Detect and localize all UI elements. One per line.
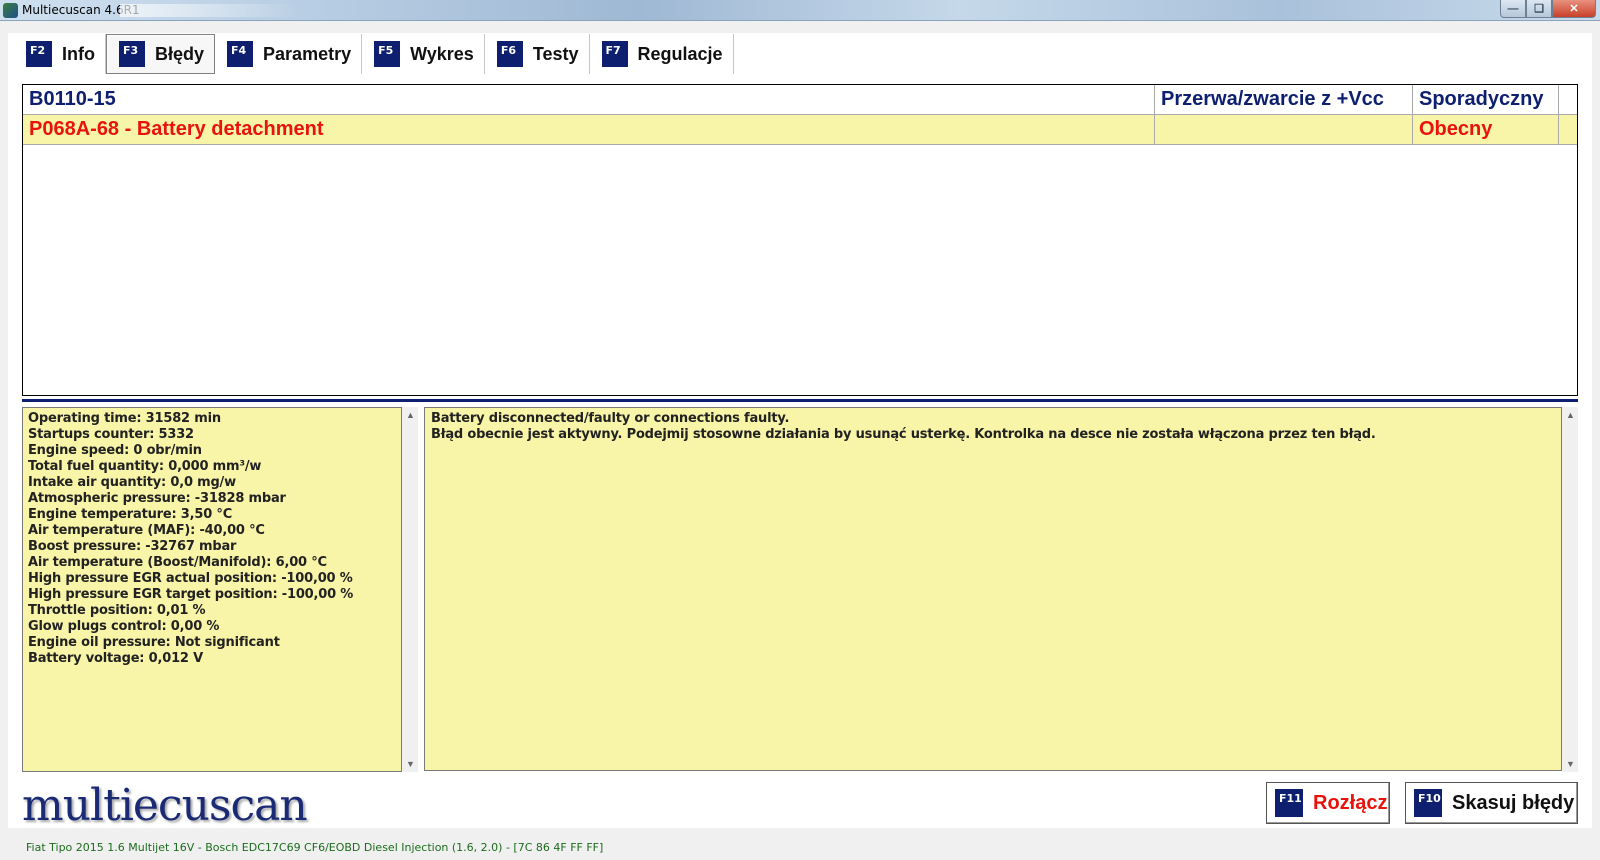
disconnect-button[interactable]: F11 Rozłącz — [1266, 782, 1390, 824]
dtc-end-cell — [1559, 115, 1577, 144]
tab-parametry[interactable]: F4 Parametry — [215, 34, 363, 74]
freeze-frame-line: Glow plugs control: 0,00 % — [28, 619, 220, 634]
f10-key-icon: F10 — [1414, 789, 1442, 817]
freeze-frame-line: Engine speed: 0 obr/min — [28, 443, 202, 458]
freeze-frame-line: Operating time: 31582 min — [28, 411, 221, 426]
tab-label: Błędy — [155, 43, 205, 64]
scroll-down-icon[interactable]: ▼ — [406, 759, 415, 769]
panel-divider — [22, 399, 1578, 402]
window-controls: — ❏ ✕ — [1500, 0, 1596, 18]
freeze-frame-line: Air temperature (Boost/Manifold): 6,00 °… — [28, 555, 327, 570]
clear-errors-label: Skasuj błędy — [1452, 791, 1575, 814]
dtc-list[interactable]: B0110-15 Przerwa/zwarcie z +Vcc Sporadyc… — [22, 84, 1578, 396]
tab-label: Testy — [532, 43, 579, 64]
freeze-frame-line: High pressure EGR target position: -100,… — [28, 587, 354, 602]
scroll-up-icon[interactable]: ▲ — [406, 410, 415, 420]
freeze-frame-line: Atmospheric pressure: -31828 mbar — [28, 491, 286, 506]
tab-testy[interactable]: F6 Testy — [485, 34, 590, 74]
minimize-icon[interactable]: — — [1500, 0, 1526, 18]
app-icon — [3, 3, 18, 18]
error-description-panel[interactable]: Battery disconnected/faulty or connectio… — [424, 407, 1562, 771]
tab-info[interactable]: F2 Info — [14, 34, 106, 74]
dtc-code: P068A-68 - Battery detachment — [23, 115, 1155, 144]
disconnect-label: Rozłącz — [1313, 791, 1388, 814]
freeze-frame-line: Air temperature (MAF): -40,00 °C — [28, 523, 265, 538]
tab-wykres[interactable]: F5 Wykres — [362, 34, 485, 74]
freeze-frame-line: Battery voltage: 0,012 V — [28, 651, 203, 666]
freeze-frame-line: High pressure EGR actual position: -100,… — [28, 571, 353, 586]
tab-regulacje[interactable]: F7 Regulacje — [590, 34, 734, 74]
dtc-status: Obecny — [1413, 115, 1559, 144]
scroll-down-icon[interactable]: ▼ — [1566, 759, 1575, 769]
multiecuscan-logo: multiecuscan — [22, 780, 308, 831]
f2-key-icon: F2 — [26, 41, 52, 67]
description-line: Błąd obecnie jest aktywny. Podejmij stos… — [431, 427, 1376, 442]
description-scrollbar[interactable]: ▲ ▼ — [1562, 407, 1578, 772]
maximize-icon[interactable]: ❏ — [1526, 0, 1552, 18]
dtc-status: Sporadyczny — [1413, 85, 1559, 114]
freeze-frame-line: Total fuel quantity: 0,000 mm³/w — [28, 459, 262, 474]
f5-key-icon: F5 — [374, 41, 401, 67]
clear-errors-button[interactable]: F10 Skasuj błędy — [1405, 782, 1578, 824]
table-row[interactable]: P068A-68 - Battery detachment Obecny — [23, 115, 1577, 145]
table-row[interactable]: B0110-15 Przerwa/zwarcie z +Vcc Sporadyc… — [23, 85, 1577, 115]
title-highlight — [120, 4, 300, 17]
dtc-description: Przerwa/zwarcie z +Vcc — [1155, 85, 1413, 114]
tab-bledy[interactable]: F3 Błędy — [106, 34, 216, 74]
tab-label: Wykres — [410, 43, 474, 64]
dtc-end-cell — [1559, 85, 1577, 114]
dtc-description — [1155, 115, 1413, 144]
status-bar: Fiat Tipo 2015 1.6 Multijet 16V - Bosch … — [0, 838, 1600, 860]
freeze-frame-line: Engine temperature: 3,50 °C — [28, 507, 233, 522]
function-tabs: F2 Info F3 Błędy F4 Parametry F5 Wykres … — [14, 34, 734, 74]
scroll-up-icon[interactable]: ▲ — [1566, 410, 1575, 420]
freeze-frame-line: Boost pressure: -32767 mbar — [28, 539, 237, 554]
freeze-frame-line: Startups counter: 5332 — [28, 427, 194, 442]
tab-label: Parametry — [263, 43, 352, 64]
freeze-frame-line: Engine oil pressure: Not significant — [28, 635, 280, 650]
freeze-frame-line: Throttle position: 0,01 % — [28, 603, 206, 618]
freeze-frame-scrollbar[interactable]: ▲ ▼ — [402, 407, 418, 772]
f6-key-icon: F6 — [496, 41, 523, 67]
f7-key-icon: F7 — [601, 41, 628, 67]
close-icon[interactable]: ✕ — [1552, 0, 1596, 18]
dtc-code: B0110-15 — [23, 85, 1155, 114]
freeze-frame-panel[interactable]: Operating time: 31582 min Startups count… — [22, 407, 402, 772]
tab-label: Info — [62, 43, 95, 64]
f11-key-icon: F11 — [1275, 789, 1303, 817]
tab-label: Regulacje — [637, 43, 723, 64]
freeze-frame-line: Intake air quantity: 0,0 mg/w — [28, 475, 236, 490]
f4-key-icon: F4 — [227, 41, 254, 67]
vehicle-info: Fiat Tipo 2015 1.6 Multijet 16V - Bosch … — [26, 841, 604, 854]
title-bar[interactable]: Multiecuscan 4.6R1 — ❏ ✕ — [0, 0, 1600, 21]
f3-key-icon: F3 — [119, 41, 145, 67]
description-line: Battery disconnected/faulty or connectio… — [431, 411, 790, 426]
